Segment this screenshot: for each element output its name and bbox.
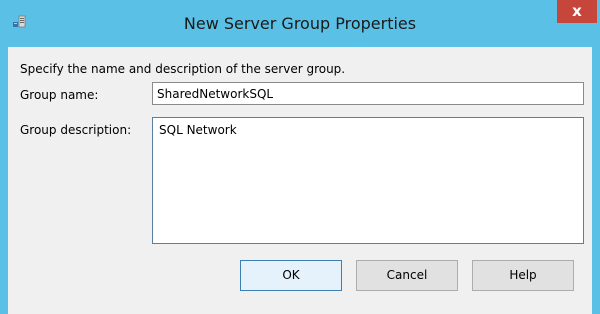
server-group-properties-dialog: New Server Group Properties x Specify th… xyxy=(0,0,600,314)
group-description-label: Group description: xyxy=(20,123,132,137)
dialog-body: Specify the name and description of the … xyxy=(8,47,592,314)
group-description-input[interactable]: SQL Network xyxy=(152,117,584,244)
group-name-label: Group name: xyxy=(20,88,99,102)
window-title: New Server Group Properties xyxy=(183,14,417,33)
title-bar[interactable]: New Server Group Properties x xyxy=(0,0,600,47)
instruction-text: Specify the name and description of the … xyxy=(20,62,346,76)
close-button[interactable]: x xyxy=(557,0,597,23)
ok-button[interactable]: OK xyxy=(240,260,342,291)
group-name-input[interactable] xyxy=(152,82,584,105)
cancel-button[interactable]: Cancel xyxy=(356,260,458,291)
close-icon: x xyxy=(572,2,582,20)
help-button[interactable]: Help xyxy=(472,260,574,291)
